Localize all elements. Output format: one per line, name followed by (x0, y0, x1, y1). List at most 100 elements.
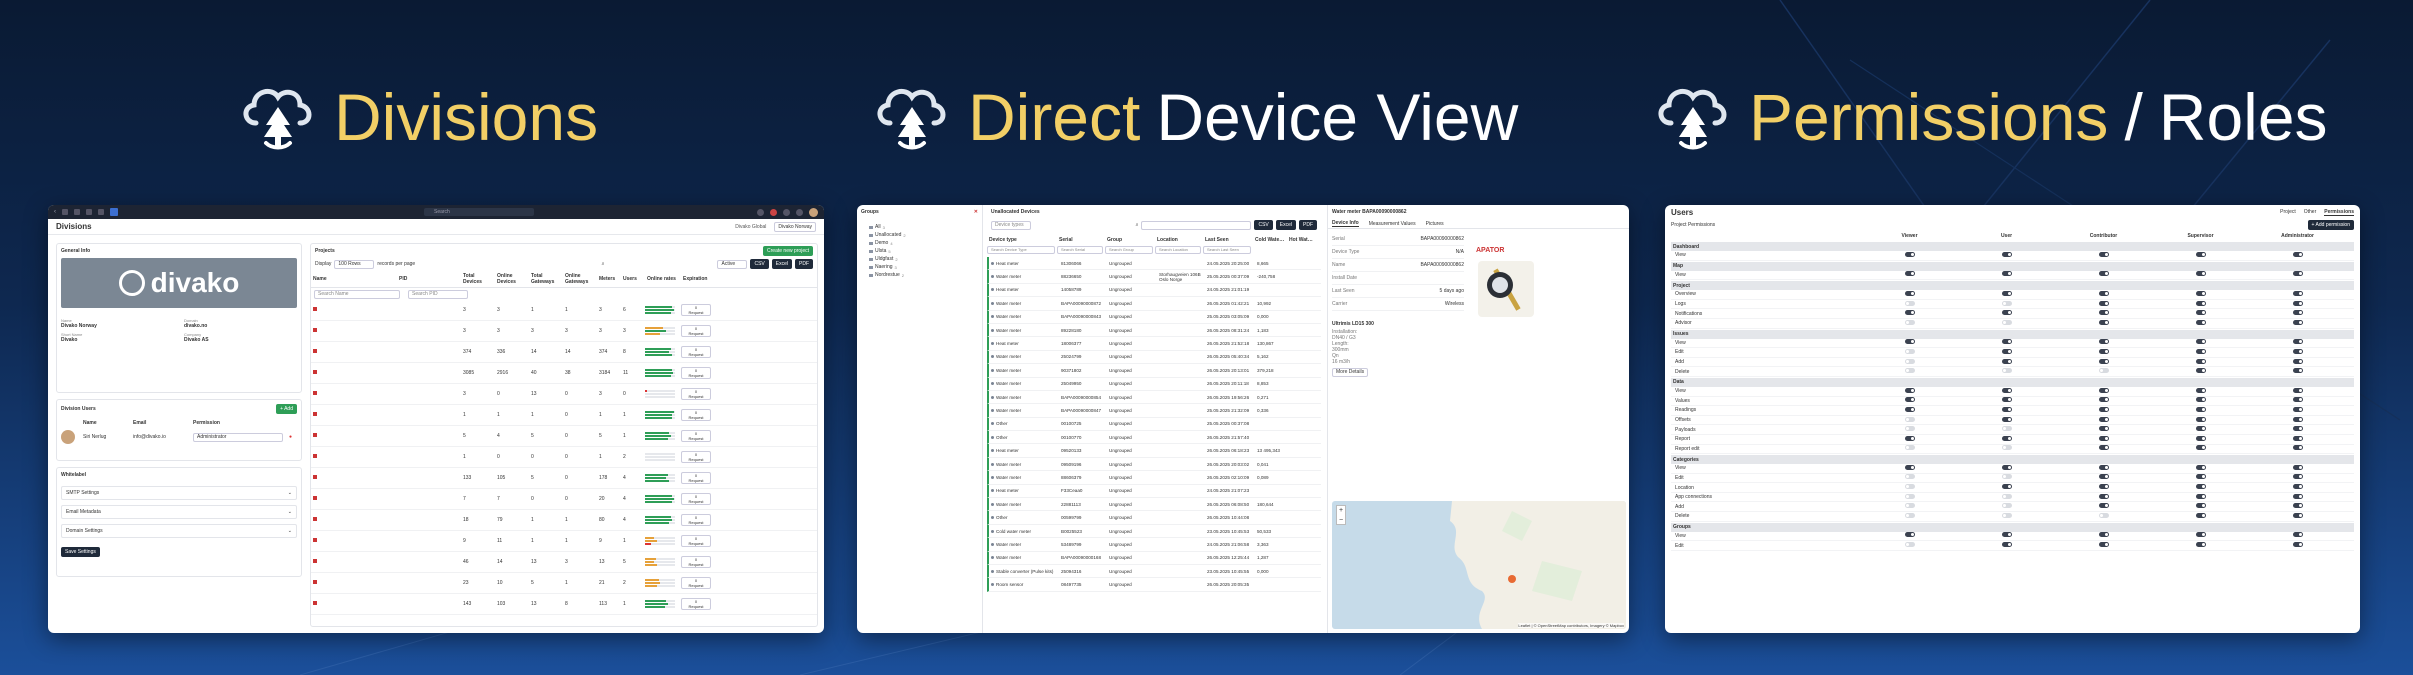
permission-toggle[interactable] (1904, 435, 1915, 441)
permission-toggle[interactable] (2195, 542, 2206, 548)
permission-toggle[interactable] (2098, 348, 2109, 354)
permission-toggle[interactable] (2195, 512, 2206, 518)
permission-toggle[interactable] (2292, 484, 2303, 490)
permission-toggle[interactable] (2292, 416, 2303, 422)
permission-toggle[interactable] (1904, 445, 1915, 451)
table-row[interactable]: Other 00100770 Ungrouped 26.05.2025 21:57:4… (987, 431, 1321, 445)
settings-section[interactable]: Domain Settings ⌄ (61, 524, 297, 538)
table-row[interactable]: 3 0 13 0 3 0 0 Request (311, 384, 817, 405)
permission-tab[interactable]: Other (2304, 209, 2317, 215)
projects-col-header[interactable]: Online rates (645, 276, 681, 282)
projects-col-header[interactable]: Meters (597, 276, 621, 282)
excel-button[interactable]: Excel (1275, 220, 1296, 230)
table-row[interactable]: 143 103 13 8 113 1 0 Request (311, 594, 817, 615)
permission-toggle[interactable] (2292, 445, 2303, 451)
projects-col-header[interactable]: Total Gateways (529, 273, 563, 285)
permission-toggle[interactable] (2195, 532, 2206, 538)
table-row[interactable]: Water meter 22881113 Ungrouped 26.05.2025 0… (987, 498, 1321, 512)
group-tree-item[interactable]: Uldgfast 2 (869, 255, 978, 263)
permission-toggle[interactable] (1904, 493, 1915, 499)
permission-toggle[interactable] (1904, 300, 1915, 306)
table-row[interactable]: Water meter 25049950 Ungrouped 26.05.2025 2… (987, 377, 1321, 391)
permission-toggle[interactable] (2098, 484, 2109, 490)
permission-toggle[interactable] (2195, 445, 2206, 451)
permission-toggle[interactable] (1904, 348, 1915, 354)
divisions-nav-icon[interactable] (110, 208, 118, 216)
request-button[interactable]: 0 Request (681, 430, 711, 442)
request-button[interactable]: 0 Request (681, 346, 711, 358)
permission-toggle[interactable] (2001, 387, 2012, 393)
permission-toggle[interactable] (1904, 426, 1915, 432)
permission-toggle[interactable] (2195, 251, 2206, 257)
zoom-controls[interactable]: + − (1336, 505, 1346, 525)
table-row[interactable]: Water meter 09509196 Ungrouped 26.05.2025 2… (987, 457, 1321, 472)
permission-toggle[interactable] (2098, 251, 2109, 257)
table-row[interactable]: 18 79 1 1 80 4 0 Request (311, 510, 817, 531)
gear-icon[interactable] (796, 208, 803, 216)
table-row[interactable]: Water meter BAPA00090000847 Ungrouped 25.05… (987, 404, 1321, 418)
permission-toggle[interactable] (1904, 387, 1915, 393)
table-row[interactable]: Other 00599799 Ungrouped 26.05.2025 10:44:0… (987, 511, 1321, 525)
permission-toggle[interactable] (2098, 310, 2109, 316)
permission-toggle[interactable] (2292, 503, 2303, 509)
division-chip-global[interactable]: Divako Global (735, 224, 766, 230)
request-button[interactable]: 0 Request (681, 535, 711, 547)
permission-toggle[interactable] (2292, 290, 2303, 296)
grid-icon[interactable] (74, 209, 80, 215)
device-types-select[interactable]: Device types (991, 220, 1031, 230)
permission-toggle[interactable] (2195, 300, 2206, 306)
table-row[interactable]: Water meter 88606379 Ungrouped 26.05.2025 0… (987, 471, 1321, 485)
bell-icon[interactable] (783, 208, 790, 216)
permission-toggle[interactable] (2098, 339, 2109, 345)
permission-toggle[interactable] (2195, 503, 2206, 509)
permission-toggle[interactable] (2292, 532, 2303, 538)
permission-toggle[interactable] (1904, 310, 1915, 316)
permission-toggle[interactable] (2001, 406, 2012, 412)
request-button[interactable]: 0 Request (681, 514, 711, 526)
device-column-search[interactable]: Search Group (1105, 246, 1153, 254)
permission-toggle[interactable] (2098, 358, 2109, 364)
permission-toggle[interactable] (2195, 493, 2206, 499)
permission-toggle[interactable] (2001, 290, 2012, 296)
permission-toggle[interactable] (2001, 300, 2012, 306)
permission-toggle[interactable] (1904, 542, 1915, 548)
permission-toggle[interactable] (1904, 271, 1915, 277)
table-row[interactable]: Heat meter 09520133 Ungrouped 26.05.2025 06… (987, 444, 1321, 458)
table-row[interactable]: Room sensor 08497735 Ungrouped 26.05.2025 2… (987, 578, 1321, 592)
permission-tab[interactable]: Project (2280, 209, 2296, 215)
permission-toggle[interactable] (2195, 474, 2206, 480)
search-icon[interactable]: ⌕ (602, 261, 605, 267)
permission-toggle[interactable] (2292, 368, 2303, 374)
permission-tab[interactable]: Permissions (2324, 209, 2354, 216)
device-col-header[interactable]: Last Seen (1203, 237, 1253, 243)
permission-toggle[interactable] (2098, 542, 2109, 548)
request-button[interactable]: 0 Request (681, 472, 711, 484)
settings-section[interactable]: Email Metadata ⌄ (61, 505, 297, 519)
detail-tab[interactable]: Measurement Values (1369, 221, 1416, 227)
request-button[interactable]: 0 Request (681, 388, 711, 400)
permission-toggle[interactable] (2195, 348, 2206, 354)
device-col-header[interactable]: Hot Water (m³) (1287, 237, 1317, 243)
device-col-header[interactable]: Group (1105, 237, 1155, 243)
permission-toggle[interactable] (2098, 512, 2109, 518)
table-row[interactable]: Water meter BAPA00090000872 Ungrouped 26.05… (987, 297, 1321, 311)
permission-toggle[interactable] (2098, 532, 2109, 538)
permission-toggle[interactable] (1904, 358, 1915, 364)
device-col-header[interactable]: Device type (987, 237, 1057, 243)
permission-toggle[interactable] (2098, 290, 2109, 296)
projects-col-header[interactable]: Name (311, 276, 397, 282)
group-tree-item[interactable]: All 3 (869, 223, 978, 231)
device-col-header[interactable]: Location (1155, 237, 1203, 243)
add-user-button[interactable]: + Add (276, 404, 297, 414)
permission-toggle[interactable] (1904, 319, 1915, 325)
excel-button[interactable]: Excel (771, 259, 792, 269)
permission-toggle[interactable] (2098, 387, 2109, 393)
avatar[interactable] (809, 207, 818, 217)
permission-toggle[interactable] (2195, 368, 2206, 374)
table-row[interactable]: 3085 2916 40 38 3184 11 0 Request (311, 363, 817, 384)
permission-toggle[interactable] (2098, 397, 2109, 403)
device-column-search[interactable]: Search Serial (1057, 246, 1103, 254)
permission-toggle[interactable] (2001, 271, 2012, 277)
request-button[interactable]: 0 Request (681, 577, 711, 589)
permission-toggle[interactable] (1904, 512, 1915, 518)
